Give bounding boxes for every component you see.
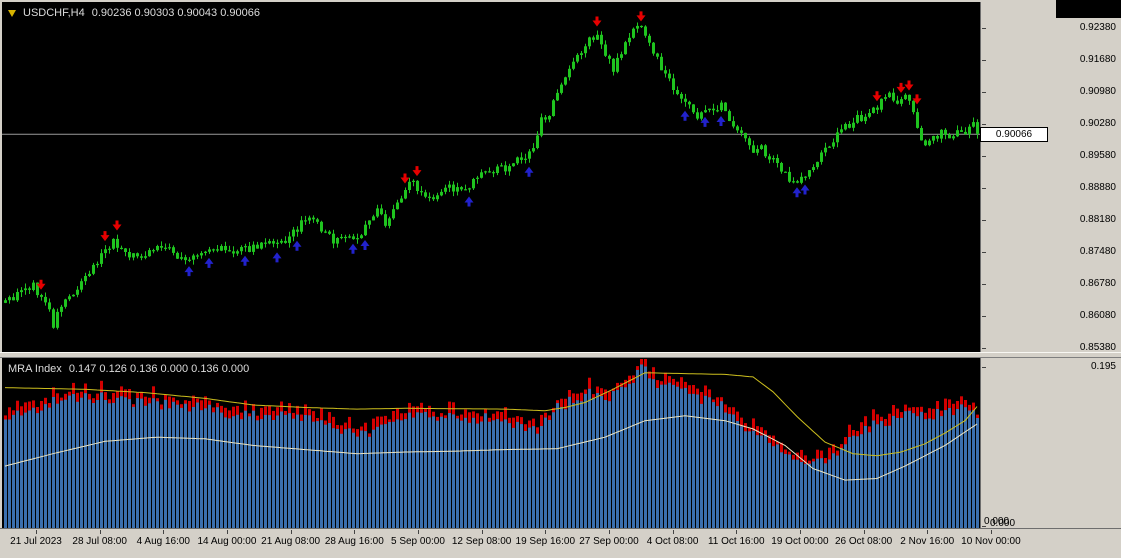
buy-arrow-icon bbox=[792, 187, 802, 198]
buy-arrow-icon bbox=[680, 110, 690, 121]
buy-arrow-icon bbox=[524, 166, 534, 177]
price-axis-tick bbox=[982, 124, 986, 125]
indicator-canvas[interactable]: MRA Index 0.147 0.126 0.136 0.000 0.136 … bbox=[2, 358, 980, 528]
indicator-svg bbox=[4, 359, 979, 528]
price-axis-label: 0.87480 bbox=[1079, 246, 1116, 257]
time-axis-tick bbox=[673, 530, 674, 534]
time-axis-tick bbox=[864, 530, 865, 534]
time-axis-tick bbox=[800, 530, 801, 534]
price-axis-label: 0.88180 bbox=[1079, 214, 1116, 225]
price-axis-tick bbox=[982, 252, 986, 253]
buy-arrow-icon bbox=[240, 255, 250, 266]
main-chart-canvas[interactable]: USDCHF,H4 0.90236 0.90303 0.90043 0.9006… bbox=[2, 2, 980, 352]
buy-signals-layer bbox=[184, 110, 810, 277]
buy-arrow-icon bbox=[800, 184, 810, 195]
sell-arrow-icon bbox=[112, 220, 122, 231]
sell-arrow-icon bbox=[100, 231, 110, 242]
yellow-line bbox=[4, 372, 978, 457]
time-axis-tick bbox=[163, 530, 164, 534]
sell-arrow-icon bbox=[412, 166, 422, 177]
chart-title: USDCHF,H4 0.90236 0.90303 0.90043 0.9006… bbox=[8, 7, 260, 19]
price-axis-tick bbox=[982, 348, 986, 349]
top-right-block bbox=[1056, 0, 1121, 18]
sell-arrow-icon bbox=[400, 173, 410, 184]
price-axis-label: 0.90280 bbox=[1079, 118, 1116, 129]
indicator-zero-label: 0.000 bbox=[990, 518, 1016, 529]
price-axis-tick bbox=[982, 28, 986, 29]
sell-arrow-icon bbox=[912, 94, 922, 105]
histogram-layer bbox=[4, 359, 979, 528]
buy-arrow-icon bbox=[184, 266, 194, 277]
price-scale[interactable]: 0.92380 0.91680 0.90980 0.90280 0.89580 0.888… bbox=[980, 2, 1121, 353]
time-axis-tick bbox=[609, 530, 610, 534]
time-axis[interactable]: 21 Jul 2023 28 Jul 08:00 4 Aug 16:00 14 Aug… bbox=[0, 528, 1121, 558]
indicator-title: MRA Index 0.147 0.126 0.136 0.000 0.136 … bbox=[8, 363, 249, 375]
sell-arrow-icon bbox=[904, 80, 914, 91]
current-price-tag: 0.90066 bbox=[980, 127, 1048, 142]
sell-arrow-icon bbox=[36, 279, 46, 290]
time-axis-tick bbox=[991, 530, 992, 534]
price-axis-tick bbox=[982, 316, 986, 317]
price-axis-label: 0.91680 bbox=[1079, 54, 1116, 65]
price-axis-label: 0.86080 bbox=[1079, 310, 1116, 321]
buy-arrow-icon bbox=[360, 240, 370, 251]
cream-line bbox=[4, 415, 978, 481]
time-axis-tick bbox=[482, 530, 483, 534]
price-axis-label: 0.90980 bbox=[1079, 86, 1116, 97]
sell-arrow-icon bbox=[872, 91, 882, 102]
buy-arrow-icon bbox=[272, 252, 282, 263]
indicator-scale[interactable]: 0.195 0.000 0.000 bbox=[980, 358, 1121, 529]
buy-arrow-icon bbox=[348, 243, 358, 254]
buy-arrow-icon bbox=[292, 240, 302, 251]
buy-arrow-icon bbox=[716, 116, 726, 127]
mt4-chart-window: USDCHF,H4 0.90236 0.90303 0.90043 0.9006… bbox=[0, 0, 1121, 558]
chart-symbol-period: USDCHF,H4 bbox=[23, 7, 85, 19]
price-axis-label: 0.92380 bbox=[1079, 22, 1116, 33]
sell-arrow-icon bbox=[896, 82, 906, 93]
price-axis-tick bbox=[982, 60, 986, 61]
sell-arrow-icon bbox=[592, 16, 602, 27]
time-axis-tick bbox=[927, 530, 928, 534]
time-axis-tick bbox=[545, 530, 546, 534]
chart-ohlc-values: 0.90236 0.90303 0.90043 0.90066 bbox=[91, 7, 260, 19]
indicator-name: MRA Index bbox=[8, 363, 62, 375]
price-axis-tick bbox=[982, 284, 986, 285]
time-axis-tick bbox=[736, 530, 737, 534]
time-axis-label: 10 Nov 00:00 bbox=[961, 536, 1021, 547]
symbol-marker-icon bbox=[8, 9, 16, 17]
candles-layer bbox=[4, 22, 979, 330]
main-chart-svg bbox=[2, 11, 980, 330]
indicator-scale-tick bbox=[982, 367, 986, 368]
time-axis-tick bbox=[354, 530, 355, 534]
sell-arrow-icon bbox=[636, 11, 646, 22]
time-axis-tick bbox=[418, 530, 419, 534]
price-axis-tick bbox=[982, 188, 986, 189]
price-axis-label: 0.86780 bbox=[1079, 278, 1116, 289]
time-axis-tick bbox=[291, 530, 292, 534]
buy-arrow-icon bbox=[204, 257, 214, 268]
buy-arrow-icon bbox=[700, 116, 710, 127]
buy-arrow-icon bbox=[464, 196, 474, 207]
price-axis-tick bbox=[982, 92, 986, 93]
indicator-values: 0.147 0.126 0.136 0.000 0.136 0.000 bbox=[68, 363, 250, 375]
time-axis-tick bbox=[100, 530, 101, 534]
time-axis-tick bbox=[36, 530, 37, 534]
price-axis-label: 0.88880 bbox=[1079, 182, 1116, 193]
price-axis-label: 0.89580 bbox=[1079, 150, 1116, 161]
indicator-scale-max: 0.195 bbox=[1090, 361, 1116, 372]
sell-signals-layer bbox=[36, 11, 922, 290]
price-axis-tick bbox=[982, 220, 986, 221]
price-axis-tick bbox=[982, 156, 986, 157]
time-axis-tick bbox=[227, 530, 228, 534]
